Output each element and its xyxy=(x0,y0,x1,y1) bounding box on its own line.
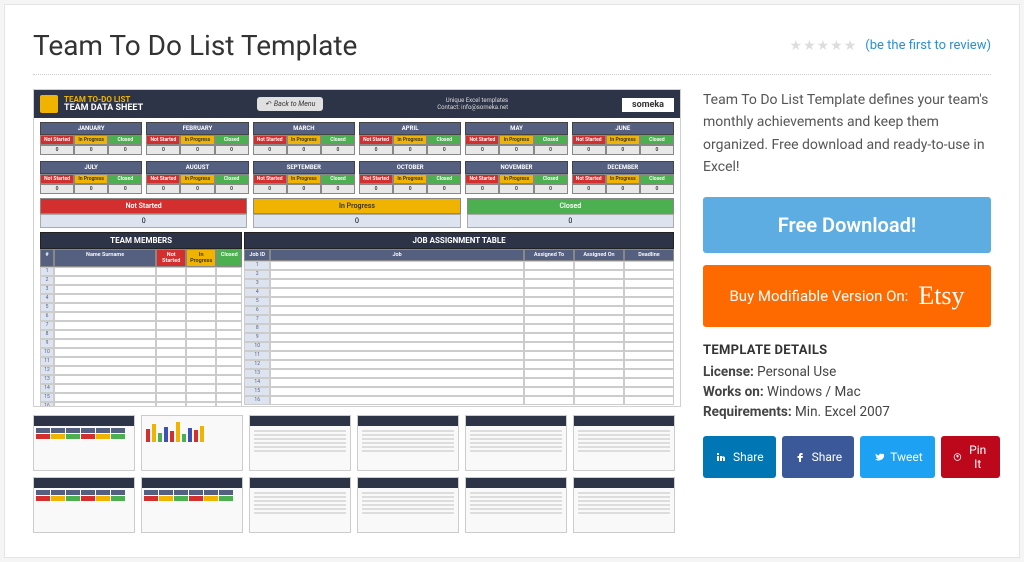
pinterest-pin-button[interactable]: Pin It xyxy=(941,436,1000,478)
thumbnail[interactable] xyxy=(573,477,675,533)
review-link[interactable]: (be the first to review) xyxy=(865,38,991,53)
table-row: 6 xyxy=(244,306,674,315)
thumbnail[interactable] xyxy=(465,477,567,533)
thumbnail[interactable] xyxy=(249,415,351,471)
table-row: 3 xyxy=(244,279,674,288)
preview-image[interactable]: TEAM TO-DO LIST TEAM DATA SHEET ↶Back to… xyxy=(33,89,681,407)
pinterest-icon xyxy=(953,451,962,463)
month-block: FEBRUARY Not StartedIn ProgressClosed 00… xyxy=(146,122,248,155)
table-row: 12 xyxy=(40,366,242,375)
table-row: 12 xyxy=(244,360,674,369)
table-row: 1 xyxy=(40,267,242,276)
preview-header: TEAM TO-DO LIST TEAM DATA SHEET ↶Back to… xyxy=(34,90,680,118)
star-rating-empty: ★★★★★ xyxy=(790,38,858,54)
body: TEAM TO-DO LIST TEAM DATA SHEET ↶Back to… xyxy=(33,89,991,533)
table-row: 7 xyxy=(40,321,242,330)
table-row: 16 xyxy=(40,402,242,407)
left-column: TEAM TO-DO LIST TEAM DATA SHEET ↶Back to… xyxy=(33,89,681,533)
month-block: SEPTEMBER Not StartedIn ProgressClosed 0… xyxy=(253,161,355,194)
table-row: 9 xyxy=(244,333,674,342)
month-block: NOVEMBER Not StartedIn ProgressClosed 00… xyxy=(465,161,567,194)
table-row: 11 xyxy=(40,357,242,366)
thumbnail-strip xyxy=(33,415,681,533)
thumbnail[interactable] xyxy=(573,415,675,471)
table-row: 15 xyxy=(40,393,242,402)
thumbnail[interactable] xyxy=(141,415,243,471)
social-buttons: Share Share Tweet Pin It xyxy=(703,436,991,478)
table-row: 8 xyxy=(40,330,242,339)
preview-tables: TEAM MEMBERS # Name Surname Not Started … xyxy=(34,232,680,407)
thumbnail[interactable] xyxy=(357,415,459,471)
table-row: 15 xyxy=(244,387,674,396)
table-row: 7 xyxy=(244,315,674,324)
table-row: 3 xyxy=(40,285,242,294)
table-row: 8 xyxy=(244,324,674,333)
preview-tagline: Unique Excel templates xyxy=(437,97,508,104)
free-download-button[interactable]: Free Download! xyxy=(703,197,991,253)
preview-contact: Contact: info@someka.net xyxy=(437,104,508,111)
thumbnail[interactable] xyxy=(357,477,459,533)
table-row: 6 xyxy=(40,312,242,321)
table-row: 14 xyxy=(40,384,242,393)
table-row: 13 xyxy=(244,369,674,378)
table-row: 5 xyxy=(244,297,674,306)
table-row: 4 xyxy=(40,294,242,303)
table-row: 2 xyxy=(40,276,242,285)
product-card: Team To Do List Template ★★★★★ (be the f… xyxy=(4,4,1020,558)
header: Team To Do List Template ★★★★★ (be the f… xyxy=(33,29,991,75)
etsy-logo: Etsy xyxy=(918,281,964,311)
thumbnail[interactable] xyxy=(249,477,351,533)
details-heading: TEMPLATE DETAILS xyxy=(703,343,991,358)
month-block: APRIL Not StartedIn ProgressClosed 000 xyxy=(359,122,461,155)
thumbnail[interactable] xyxy=(465,415,567,471)
summary-in-progress: In Progress xyxy=(253,198,460,214)
months-row: JULY Not StartedIn ProgressClosed 000 AU… xyxy=(34,157,680,196)
table-row: 11 xyxy=(244,351,674,360)
month-block: OCTOBER Not StartedIn ProgressClosed 000 xyxy=(359,161,461,194)
preview-title-2: TEAM DATA SHEET xyxy=(64,104,143,113)
facebook-icon xyxy=(794,451,806,463)
month-block: MAY Not StartedIn ProgressClosed 000 xyxy=(465,122,567,155)
table-row: 13 xyxy=(40,375,242,384)
month-block: JULY Not StartedIn ProgressClosed 000 xyxy=(40,161,142,194)
twitter-tweet-button[interactable]: Tweet xyxy=(860,436,935,478)
thumbnail[interactable] xyxy=(33,415,135,471)
someka-logo: someka xyxy=(622,98,674,112)
month-block: AUGUST Not StartedIn ProgressClosed 000 xyxy=(146,161,248,194)
template-details: TEMPLATE DETAILS License: Personal Use W… xyxy=(703,343,991,420)
summary-not-started: Not Started xyxy=(40,198,247,214)
page-title: Team To Do List Template xyxy=(33,29,357,62)
month-block: MARCH Not StartedIn ProgressClosed 000 xyxy=(253,122,355,155)
month-block: JUNE Not StartedIn ProgressClosed 000 xyxy=(572,122,674,155)
thumbnail[interactable] xyxy=(141,477,243,533)
summary-closed: Closed xyxy=(467,198,674,214)
month-block: JANUARY Not StartedIn ProgressClosed 000 xyxy=(40,122,142,155)
job-assignment-table: JOB ASSIGNMENT TABLE Job ID Job Assigned… xyxy=(244,232,674,407)
facebook-share-button[interactable]: Share xyxy=(782,436,855,478)
status-summary: Not Started0 In Progress0 Closed0 xyxy=(34,196,680,232)
month-block: DECEMBER Not StartedIn ProgressClosed 00… xyxy=(572,161,674,194)
table-row: 16 xyxy=(244,396,674,405)
table-row: 4 xyxy=(244,288,674,297)
table-row: 2 xyxy=(244,270,674,279)
months-row: JANUARY Not StartedIn ProgressClosed 000… xyxy=(34,118,680,157)
table-row: 9 xyxy=(40,339,242,348)
table-row: 10 xyxy=(244,342,674,351)
table-row: 1 xyxy=(244,261,674,270)
linkedin-share-button[interactable]: Share xyxy=(703,436,776,478)
thumbnail[interactable] xyxy=(33,477,135,533)
template-icon xyxy=(40,95,58,113)
linkedin-icon xyxy=(715,451,727,463)
table-row: 10 xyxy=(40,348,242,357)
back-to-menu-button: ↶Back to Menu xyxy=(257,97,323,111)
right-column: Team To Do List Template defines your te… xyxy=(703,89,991,533)
buy-etsy-button[interactable]: Buy Modifiable Version On: Etsy xyxy=(703,265,991,327)
twitter-icon xyxy=(872,451,884,463)
rating-wrap: ★★★★★ (be the first to review) xyxy=(790,38,991,54)
description: Team To Do List Template defines your te… xyxy=(703,89,991,179)
table-row: 5 xyxy=(40,303,242,312)
team-members-table: TEAM MEMBERS # Name Surname Not Started … xyxy=(40,232,242,407)
table-row: 14 xyxy=(244,378,674,387)
